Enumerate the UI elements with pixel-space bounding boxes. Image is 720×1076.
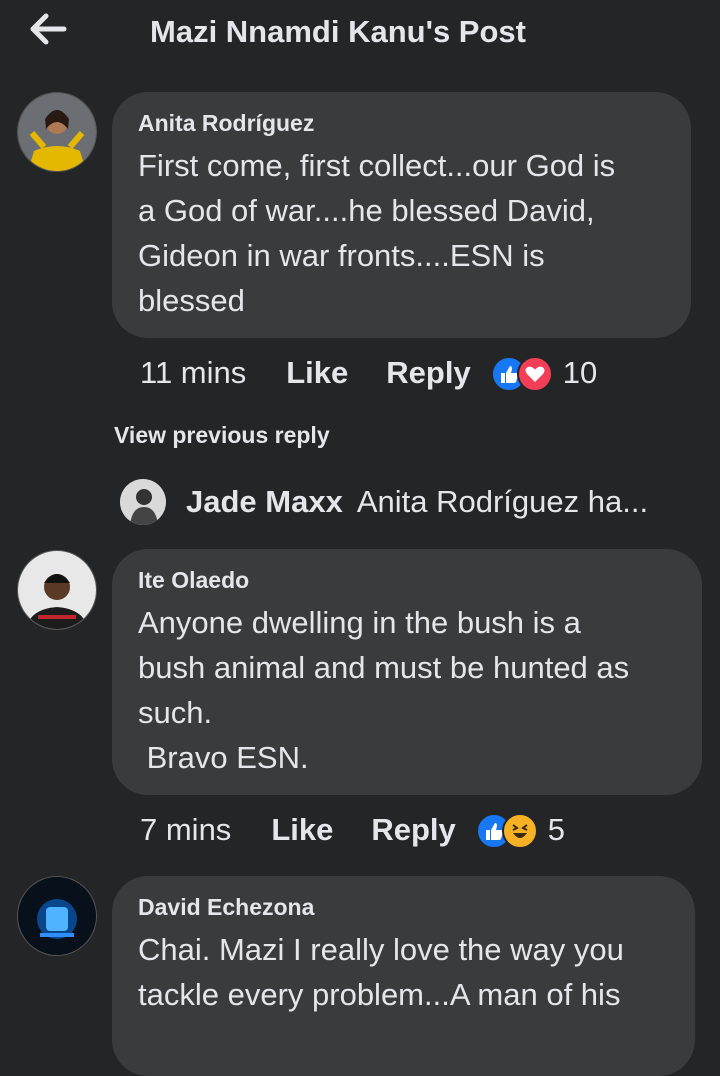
comment-bubble[interactable]: Anita Rodríguez First come, first collec… bbox=[112, 92, 691, 338]
avatar[interactable] bbox=[17, 550, 97, 630]
reply-button[interactable]: Reply bbox=[386, 355, 470, 391]
haha-icon bbox=[501, 813, 538, 849]
comment-text: Anyone dwelling in the bush is a bush an… bbox=[138, 605, 630, 775]
comment-author[interactable]: Anita Rodríguez bbox=[138, 110, 667, 137]
avatar[interactable] bbox=[17, 92, 97, 172]
avatar[interactable] bbox=[17, 876, 97, 956]
view-previous-reply-link[interactable]: View previous reply bbox=[114, 422, 330, 449]
reply-button[interactable]: Reply bbox=[371, 812, 455, 848]
comment-text: Chai. Mazi I really love the way you tac… bbox=[138, 932, 624, 1012]
reply-snippet: Anita Rodríguez ha... bbox=[356, 484, 649, 519]
like-button[interactable]: Like bbox=[286, 355, 348, 391]
reaction-count[interactable]: 10 bbox=[563, 355, 597, 391]
page-title: Mazi Nnamdi Kanu's Post bbox=[150, 14, 526, 49]
comment-time: 7 mins bbox=[140, 812, 232, 847]
reaction-count[interactable]: 5 bbox=[548, 812, 565, 848]
top-bar: Mazi Nnamdi Kanu's Post bbox=[0, 0, 720, 70]
reactions-summary[interactable] bbox=[475, 813, 538, 849]
reactions-summary[interactable] bbox=[490, 356, 553, 392]
comment-time: 11 mins bbox=[140, 355, 247, 390]
avatar[interactable] bbox=[120, 479, 166, 525]
reply-author[interactable]: Jade Maxx bbox=[186, 484, 343, 520]
comment-author[interactable]: Ite Olaedo bbox=[138, 567, 678, 594]
arrow-left-icon bbox=[30, 13, 67, 45]
like-button[interactable]: Like bbox=[271, 812, 333, 848]
comment-text: First come, first collect...our God is a… bbox=[138, 148, 616, 318]
back-button[interactable] bbox=[28, 12, 68, 46]
comment-actions: 11 mins Like Reply 10 bbox=[140, 353, 597, 393]
comment-bubble[interactable]: Ite Olaedo Anyone dwelling in the bush i… bbox=[112, 549, 702, 795]
love-icon bbox=[516, 356, 553, 392]
comment-actions: 7 mins Like Reply 5 bbox=[140, 810, 565, 850]
comment-bubble[interactable]: David Echezona Chai. Mazi I really love … bbox=[112, 876, 695, 1076]
comment-author[interactable]: David Echezona bbox=[138, 894, 671, 921]
reply-preview[interactable]: Jade Maxx Anita Rodríguez ha... bbox=[120, 478, 648, 526]
